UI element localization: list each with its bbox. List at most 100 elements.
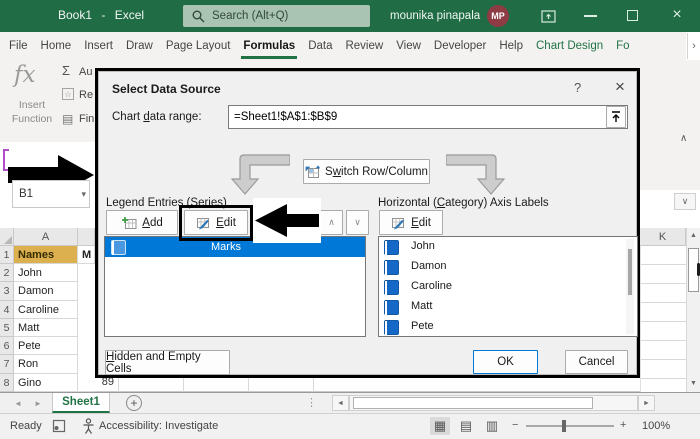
row-header-4[interactable]: 4: [0, 301, 14, 319]
tab-insert[interactable]: Insert: [84, 40, 113, 52]
tab-overflow-chevron-icon[interactable]: ›: [687, 33, 700, 59]
series-move-down-button[interactable]: ∨: [346, 210, 369, 235]
name-box[interactable]: B1 ▾: [12, 180, 90, 208]
category-list-scrollbar[interactable]: [626, 239, 634, 334]
recently-used-label[interactable]: Re: [79, 89, 93, 101]
cell-b1-clipped[interactable]: M: [78, 246, 95, 264]
avatar[interactable]: MP: [487, 5, 509, 27]
category-item[interactable]: Damon: [379, 257, 637, 277]
category-item[interactable]: Caroline: [379, 277, 637, 297]
cell-a5[interactable]: Matt: [14, 319, 78, 337]
status-accessibility[interactable]: Accessibility: Investigate: [99, 420, 218, 432]
accessibility-icon[interactable]: [82, 418, 95, 434]
tab-chart-design[interactable]: Chart Design: [536, 40, 603, 52]
category-list-scrollbar-thumb[interactable]: [628, 249, 632, 295]
tab-splitter-icon[interactable]: ⋮: [306, 396, 317, 409]
name-box-dropdown-icon[interactable]: ▾: [81, 189, 89, 200]
switch-row-column-button[interactable]: Switch Row/Column: [303, 159, 430, 184]
vertical-scrollbar[interactable]: ▲ ▼: [686, 228, 700, 392]
financial-label[interactable]: Fin: [79, 113, 94, 125]
cell-a7[interactable]: Ron: [14, 355, 78, 374]
zoom-out-button[interactable]: −: [512, 419, 518, 431]
dialog-close-button[interactable]: ×: [615, 77, 625, 97]
close-button[interactable]: ×: [668, 6, 686, 24]
column-header-b-clipped[interactable]: [78, 228, 95, 246]
category-checkbox[interactable]: [384, 320, 399, 335]
tab-page-layout[interactable]: Page Layout: [166, 40, 231, 52]
cancel-button[interactable]: Cancel: [565, 350, 628, 374]
view-normal-button[interactable]: ▦: [430, 417, 450, 435]
tab-draw[interactable]: Draw: [126, 40, 153, 52]
search-input[interactable]: Search (Alt+Q): [183, 5, 370, 27]
tab-review[interactable]: Review: [345, 40, 383, 52]
minimize-button[interactable]: [584, 15, 597, 17]
cell-a8[interactable]: Gino: [14, 374, 78, 392]
select-all-corner[interactable]: [0, 228, 14, 246]
zoom-slider-track[interactable]: [526, 425, 614, 427]
hscroll-right-icon[interactable]: ►: [638, 395, 655, 411]
autosum-label[interactable]: Au: [79, 66, 92, 78]
view-page-break-button[interactable]: ▥: [482, 417, 502, 435]
cell-a3[interactable]: Damon: [14, 282, 78, 301]
dialog-help-button[interactable]: ?: [574, 80, 581, 95]
tab-data[interactable]: Data: [308, 40, 332, 52]
edit-category-button[interactable]: Edit: [379, 210, 443, 235]
marks-checkbox[interactable]: [111, 240, 126, 255]
horizontal-scrollbar[interactable]: [349, 395, 638, 411]
row-header-7[interactable]: 7: [0, 355, 14, 374]
tab-file[interactable]: File: [9, 40, 28, 52]
row-header-1[interactable]: 1: [0, 246, 14, 264]
tab-view[interactable]: View: [396, 40, 421, 52]
insert-function-icon[interactable]: fx: [14, 62, 35, 88]
hscroll-left-icon[interactable]: ◄: [332, 395, 349, 411]
ribbon-collapse-icon[interactable]: ∧: [680, 133, 687, 144]
new-sheet-button[interactable]: +: [126, 395, 142, 411]
series-move-up-button[interactable]: ∧: [320, 210, 343, 235]
sheet-prev-icon[interactable]: ◄: [14, 399, 22, 408]
view-page-layout-button[interactable]: ▤: [456, 417, 476, 435]
category-labels-list[interactable]: John Damon Caroline Matt Pete: [378, 236, 638, 337]
zoom-slider-thumb[interactable]: [562, 420, 566, 432]
tab-format-clipped[interactable]: Fo: [616, 40, 629, 52]
scroll-up-icon[interactable]: ▲: [687, 228, 700, 244]
cell-a2[interactable]: John: [14, 264, 78, 282]
column-header-a[interactable]: A: [14, 228, 78, 246]
collapse-dialog-button[interactable]: [606, 106, 626, 128]
row-header-6[interactable]: 6: [0, 337, 14, 355]
insert-function-button[interactable]: Insert Function: [0, 98, 64, 126]
sheet-tab-sheet1[interactable]: Sheet1: [52, 393, 110, 413]
cell-a1[interactable]: Names: [14, 246, 78, 264]
legend-entries-list[interactable]: Marks: [104, 236, 366, 337]
tab-formulas[interactable]: Formulas: [241, 40, 297, 59]
chart-data-range-input[interactable]: =Sheet1!$A$1:$B$9: [228, 105, 628, 129]
maximize-button[interactable]: [627, 10, 638, 21]
ribbon-display-options-button[interactable]: [540, 9, 556, 23]
category-item[interactable]: Matt: [379, 297, 637, 317]
category-checkbox[interactable]: [384, 260, 399, 275]
category-checkbox[interactable]: [384, 300, 399, 315]
scroll-down-icon[interactable]: ▼: [687, 376, 700, 392]
tab-help[interactable]: Help: [499, 40, 523, 52]
recently-used-icon[interactable]: ☆: [62, 88, 74, 100]
tab-developer[interactable]: Developer: [434, 40, 486, 52]
zoom-level[interactable]: 100%: [642, 420, 670, 432]
macro-record-icon[interactable]: [52, 419, 66, 433]
category-checkbox[interactable]: [384, 280, 399, 295]
category-checkbox[interactable]: [384, 240, 399, 255]
sheet-next-icon[interactable]: ►: [34, 399, 42, 408]
autosum-sigma-icon[interactable]: Σ: [62, 63, 70, 78]
financial-icon[interactable]: ▤: [62, 112, 73, 126]
category-item[interactable]: Pete: [379, 317, 637, 337]
ok-button[interactable]: OK: [473, 350, 538, 374]
row-header-2[interactable]: 2: [0, 264, 14, 282]
row-header-5[interactable]: 5: [0, 319, 14, 337]
row-header-3[interactable]: 3: [0, 282, 14, 301]
tab-home[interactable]: Home: [41, 40, 72, 52]
hidden-empty-cells-button[interactable]: Hidden and Empty Cells: [105, 350, 230, 375]
column-header-k[interactable]: K: [640, 228, 686, 246]
zoom-in-button[interactable]: +: [620, 419, 626, 431]
add-series-button[interactable]: Add: [106, 210, 178, 235]
horizontal-scrollbar-thumb[interactable]: [353, 397, 593, 409]
category-item[interactable]: John: [379, 237, 637, 257]
formula-bar-expand-icon[interactable]: ∨: [674, 193, 696, 210]
